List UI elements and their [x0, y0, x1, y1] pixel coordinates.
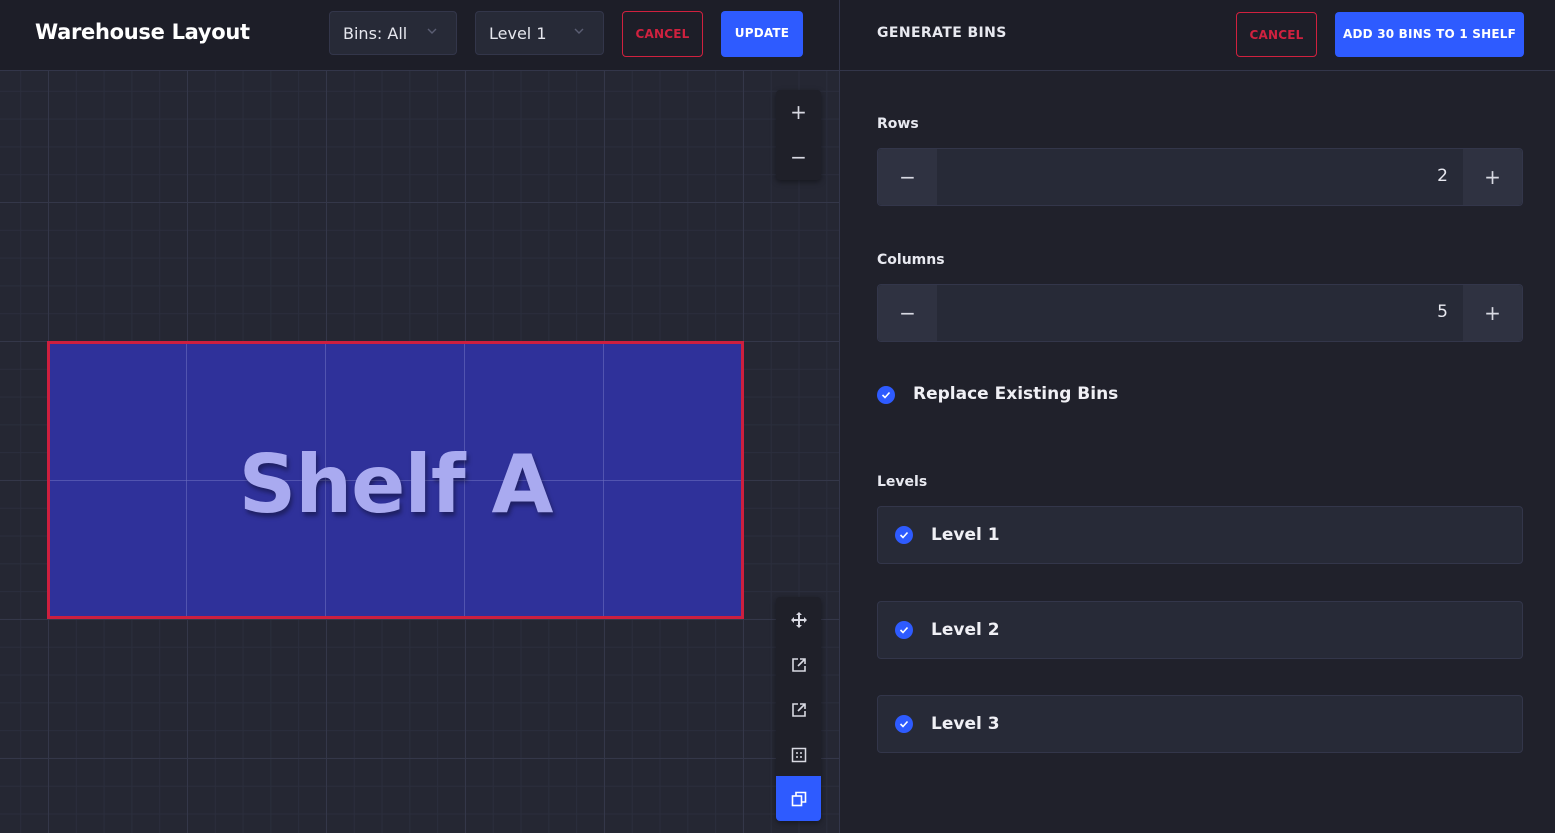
level-option-2[interactable]: Level 2 [877, 601, 1523, 659]
replace-existing-checkbox[interactable]: Replace Existing Bins [877, 384, 1118, 404]
panel-title: GENERATE BINS [877, 25, 1007, 41]
layout-canvas[interactable]: Shelf A + − [0, 71, 839, 833]
rows-label: Rows [877, 116, 919, 132]
copy-tool-button[interactable] [776, 776, 821, 821]
columns-decrement-button[interactable]: − [878, 285, 937, 341]
shelf-a[interactable]: Shelf A [47, 341, 744, 619]
panel-cancel-button[interactable]: CANCEL [1236, 12, 1317, 57]
generate-bins-panel: GENERATE BINS CANCEL ADD 30 BINS TO 1 SH… [839, 0, 1555, 833]
cancel-button[interactable]: CANCEL [622, 11, 703, 57]
external-link-icon [791, 657, 806, 672]
move-icon [790, 611, 807, 628]
move-tool-button[interactable] [776, 597, 821, 642]
checkbox-checked-icon [895, 526, 913, 544]
zoom-controls: + − [776, 90, 821, 180]
levels-label: Levels [877, 474, 928, 490]
page-title: Warehouse Layout [35, 20, 250, 44]
shelf-label: Shelf A [238, 438, 554, 531]
level-option-label: Level 1 [931, 525, 1000, 545]
columns-stepper: − 5 + [877, 284, 1523, 342]
chevron-down-icon [574, 28, 584, 34]
columns-increment-button[interactable]: + [1463, 285, 1522, 341]
checkbox-checked-icon [895, 715, 913, 733]
level-filter-select[interactable]: Level 1 [475, 11, 604, 55]
external-link-icon [791, 702, 806, 717]
rows-stepper: − 2 + [877, 148, 1523, 206]
add-bins-button[interactable]: ADD 30 BINS TO 1 SHELF [1335, 12, 1524, 57]
replace-existing-label: Replace Existing Bins [913, 384, 1119, 404]
editor-header: Warehouse Layout Bins: All Level 1 CANCE… [0, 0, 839, 71]
layout-editor: Warehouse Layout Bins: All Level 1 CANCE… [0, 0, 839, 833]
level-option-label: Level 3 [931, 714, 1000, 734]
bins-filter-value: Bins: All [343, 24, 408, 43]
panel-header: GENERATE BINS CANCEL ADD 30 BINS TO 1 SH… [840, 0, 1555, 71]
zoom-in-button[interactable]: + [776, 90, 821, 135]
columns-value[interactable]: 5 [1437, 302, 1448, 322]
level-option-1[interactable]: Level 1 [877, 506, 1523, 564]
rows-decrement-button[interactable]: − [878, 149, 937, 205]
level-filter-value: Level 1 [489, 24, 547, 43]
open-external-button[interactable] [776, 642, 821, 687]
grid-tool-button[interactable] [776, 732, 821, 777]
checkbox-checked-icon [877, 385, 895, 404]
columns-label: Columns [877, 252, 945, 268]
open-external-button-2[interactable] [776, 687, 821, 732]
zoom-out-button[interactable]: − [776, 135, 821, 180]
grid-icon [791, 747, 806, 762]
rows-increment-button[interactable]: + [1463, 149, 1522, 205]
update-button[interactable]: UPDATE [721, 11, 803, 57]
level-option-label: Level 2 [931, 620, 1000, 640]
rows-value[interactable]: 2 [1437, 166, 1448, 186]
checkbox-checked-icon [895, 621, 913, 639]
level-option-3[interactable]: Level 3 [877, 695, 1523, 753]
copy-icon [791, 791, 806, 806]
tool-palette [776, 597, 821, 821]
chevron-down-icon [427, 28, 437, 34]
bins-filter-select[interactable]: Bins: All [329, 11, 457, 55]
